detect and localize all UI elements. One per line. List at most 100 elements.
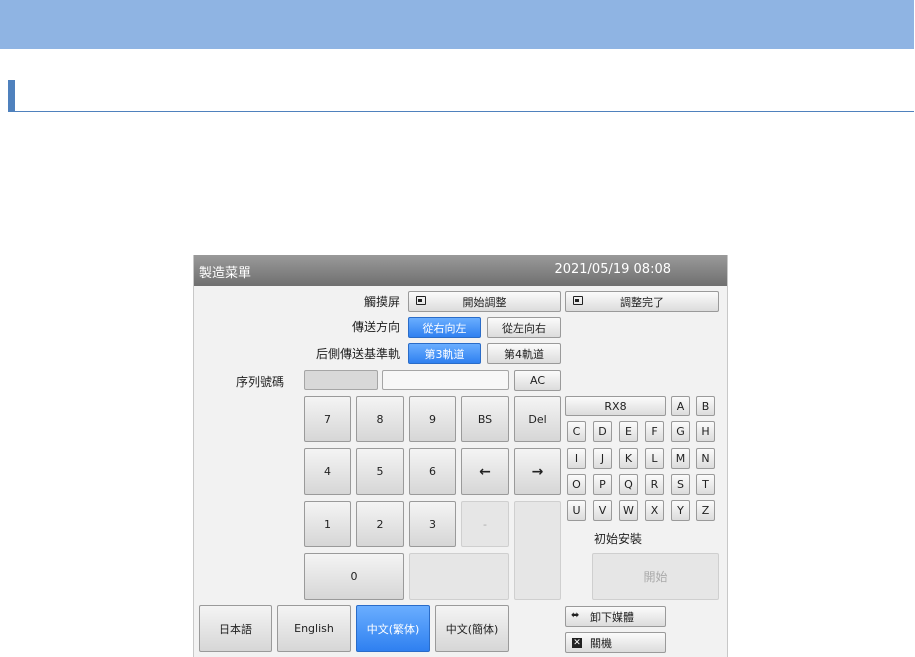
lang-zh-traditional-button[interactable]: 中文(繁体) <box>356 605 430 652</box>
key-2-label: 2 <box>376 517 384 531</box>
key-C[interactable]: C <box>567 421 586 442</box>
key-U[interactable]: U <box>567 500 586 521</box>
key-Y[interactable]: Y <box>671 500 690 521</box>
adjust-done-button[interactable]: 調整完了 <box>565 291 719 312</box>
key-T-label: T <box>702 478 709 491</box>
lang-zh-simplified-button[interactable]: 中文(簡体) <box>435 605 509 652</box>
start-adjust-button[interactable]: 開始調整 <box>408 291 561 312</box>
key-S[interactable]: S <box>671 474 690 495</box>
key-7[interactable]: 7 <box>304 396 351 442</box>
key-D[interactable]: D <box>593 421 612 442</box>
key-4[interactable]: 4 <box>304 448 351 495</box>
key-9-label: 9 <box>429 412 436 426</box>
serial-prefix-field[interactable] <box>304 370 378 390</box>
key-E[interactable]: E <box>619 421 638 442</box>
key-P[interactable]: P <box>593 474 612 495</box>
key-M[interactable]: M <box>671 448 690 469</box>
screen-datetime: 2021/05/19 08:08 <box>554 262 671 277</box>
key-L-label: L <box>651 452 658 465</box>
touchscreen-label: 觸摸屏 <box>363 295 400 309</box>
key-I-label: I <box>574 452 579 465</box>
key-K-label: K <box>624 452 633 465</box>
key-5-label: 5 <box>376 465 384 478</box>
key-T[interactable]: T <box>696 474 715 495</box>
key-Z[interactable]: Z <box>696 500 715 521</box>
section-marker <box>8 80 15 111</box>
arrow-right-icon: → <box>531 463 544 480</box>
key-6-label: 6 <box>429 465 436 478</box>
rear-rail-label: 后側傳送基準軌 <box>315 347 400 361</box>
delete-key[interactable]: Del <box>514 396 561 442</box>
left-to-right-button[interactable]: 從左向右 <box>487 317 561 338</box>
all-clear-button[interactable]: AC <box>514 370 561 391</box>
key-1[interactable]: 1 <box>304 501 351 547</box>
lang-japanese-button[interactable]: 日本語 <box>199 605 272 652</box>
right-to-left-button[interactable]: 從右向左 <box>408 317 481 338</box>
rx8-button[interactable]: RX8 <box>565 396 666 416</box>
dash-label: - <box>483 517 487 531</box>
key-N[interactable]: N <box>696 448 715 469</box>
left-to-right-label: 從左向右 <box>502 321 546 335</box>
rail3-button[interactable]: 第3軌道 <box>408 343 481 364</box>
key-Q-label: Q <box>624 478 633 491</box>
key-O-label: O <box>572 478 581 491</box>
right-to-left-label: 從右向左 <box>422 321 467 335</box>
dash-key[interactable]: - <box>461 501 509 547</box>
key-F-label: F <box>651 425 658 438</box>
arrow-left-icon: ← <box>479 463 491 480</box>
rail4-button[interactable]: 第4軌道 <box>487 343 561 364</box>
lang-zh-traditional-label: 中文(繁体) <box>366 622 420 636</box>
key-Q[interactable]: Q <box>619 474 638 495</box>
shutdown-button[interactable]: ✕ 關機 <box>565 632 666 653</box>
key-X[interactable]: X <box>645 500 664 521</box>
key-2[interactable]: 2 <box>356 501 404 547</box>
key-X-label: X <box>650 504 659 517</box>
key-I[interactable]: I <box>567 448 586 469</box>
key-4-label: 4 <box>324 465 331 478</box>
key-G[interactable]: G <box>671 421 690 442</box>
key-K[interactable]: K <box>619 448 638 469</box>
key-Z-label: Z <box>701 504 710 517</box>
key-A[interactable]: A <box>671 396 690 416</box>
key-6[interactable]: 6 <box>409 448 456 495</box>
unload-media-label: 卸下媒體 <box>590 610 634 624</box>
key-N-label: N <box>701 452 710 465</box>
key-L[interactable]: L <box>645 448 664 469</box>
key-H[interactable]: H <box>696 421 715 442</box>
key-H-label: H <box>701 425 710 438</box>
start-adjust-label: 開始調整 <box>462 295 507 309</box>
key-O[interactable]: O <box>567 474 586 495</box>
initial-install-label: 初始安裝 <box>594 532 643 546</box>
initial-install-start-button[interactable]: 開始 <box>592 553 719 600</box>
initial-install-start-label: 開始 <box>643 570 668 584</box>
screen-header: 製造菜單 2021/05/19 08:08 <box>194 255 727 286</box>
key-R[interactable]: R <box>645 474 664 495</box>
lang-english-button[interactable]: English <box>277 605 351 652</box>
cursor-right-key[interactable]: → <box>514 448 561 495</box>
enter-key[interactable] <box>514 501 561 600</box>
key-V[interactable]: V <box>593 500 612 521</box>
adjust-done-label: 調整完了 <box>620 295 664 309</box>
key-F[interactable]: F <box>645 421 664 442</box>
blank-key[interactable] <box>409 553 509 600</box>
screen-title: 製造菜單 <box>199 266 252 281</box>
key-G-label: G <box>676 425 685 438</box>
key-B[interactable]: B <box>696 396 715 416</box>
key-D-label: D <box>598 425 607 438</box>
key-J[interactable]: J <box>593 448 612 469</box>
cursor-left-key[interactable]: ← <box>461 448 509 495</box>
key-R-label: R <box>650 478 659 491</box>
backspace-key[interactable]: BS <box>461 396 509 442</box>
unload-media-button[interactable]: ⬌ 卸下媒體 <box>565 606 666 627</box>
key-5[interactable]: 5 <box>356 448 404 495</box>
direction-label: 傳送方向 <box>351 320 400 334</box>
key-P-label: P <box>599 478 606 491</box>
key-9[interactable]: 9 <box>409 396 456 442</box>
key-8[interactable]: 8 <box>356 396 404 442</box>
key-W[interactable]: W <box>619 500 638 521</box>
key-0[interactable]: 0 <box>304 553 404 600</box>
key-3[interactable]: 3 <box>409 501 456 547</box>
key-7-label: 7 <box>324 412 331 426</box>
serial-number-input[interactable] <box>382 370 509 390</box>
production-menu-screen: 製造菜單 2021/05/19 08:08 觸摸屏 開始調整 調整完了 傳送方向… <box>193 255 728 657</box>
